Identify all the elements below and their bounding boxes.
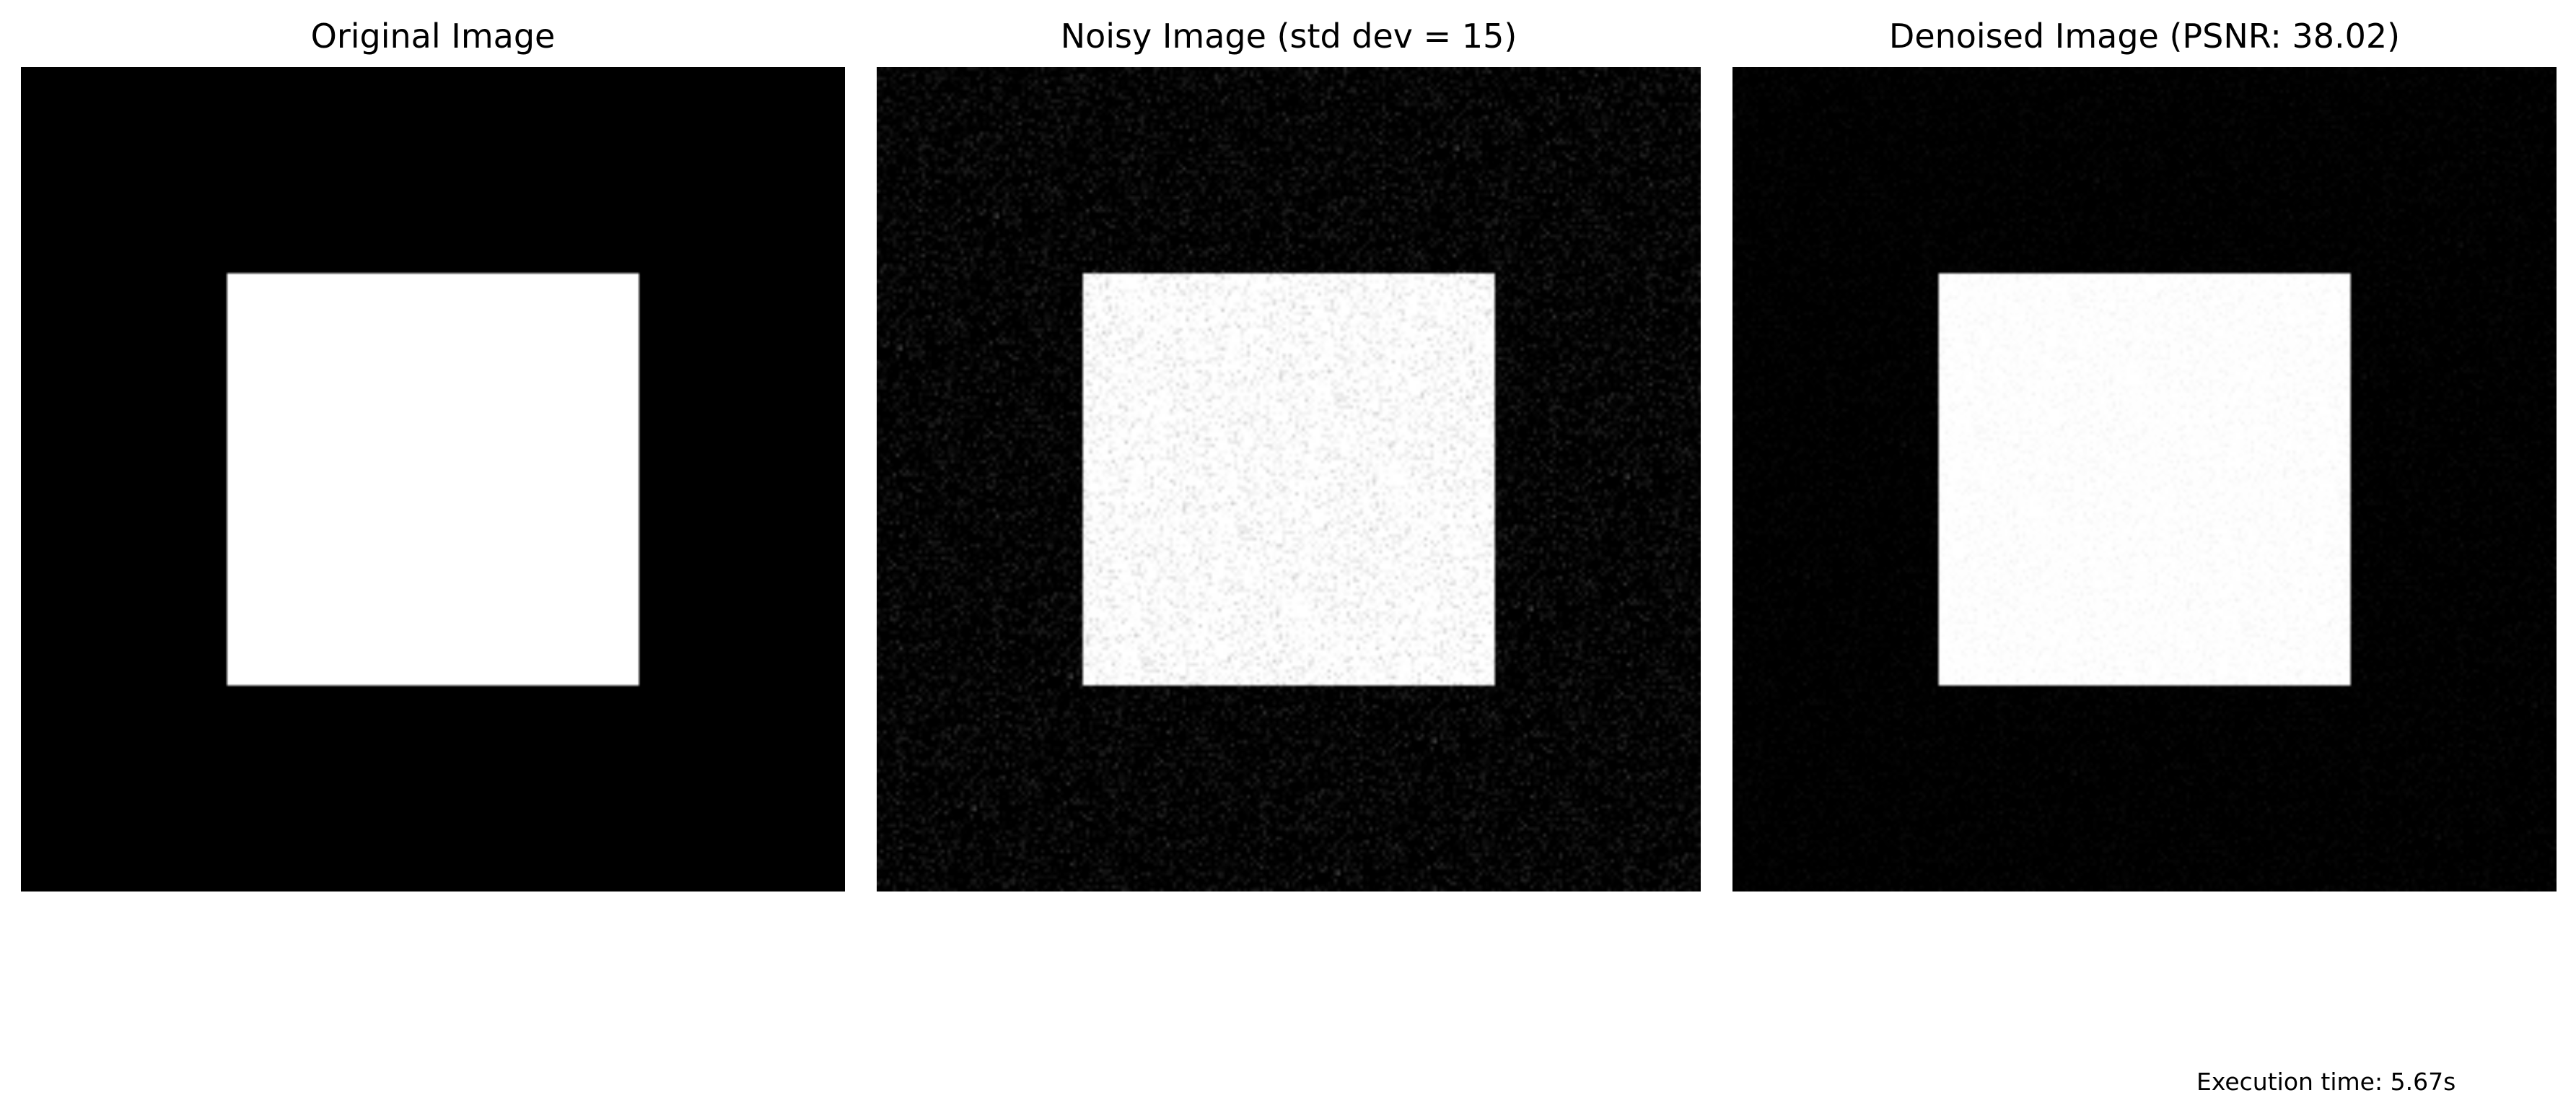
image-noisy-canvas [877,67,1701,892]
panel-title-noisy: Noisy Image (std dev = 15) [1060,17,1517,56]
panel-denoised: Denoised Image (PSNR: 38.02) [1732,0,2557,895]
execution-time-label: Execution time: 5.67s [2196,1068,2456,1096]
image-original-canvas [21,67,845,892]
image-noisy [877,67,1701,892]
image-original [21,67,845,892]
panel-title-denoised: Denoised Image (PSNR: 38.02) [1888,17,2401,56]
panel-title-original: Original Image [310,17,556,56]
panel-noisy: Noisy Image (std dev = 15) [877,0,1701,895]
image-denoised [1732,67,2557,892]
image-denoised-canvas [1732,67,2557,892]
panel-original: Original Image [21,0,845,895]
